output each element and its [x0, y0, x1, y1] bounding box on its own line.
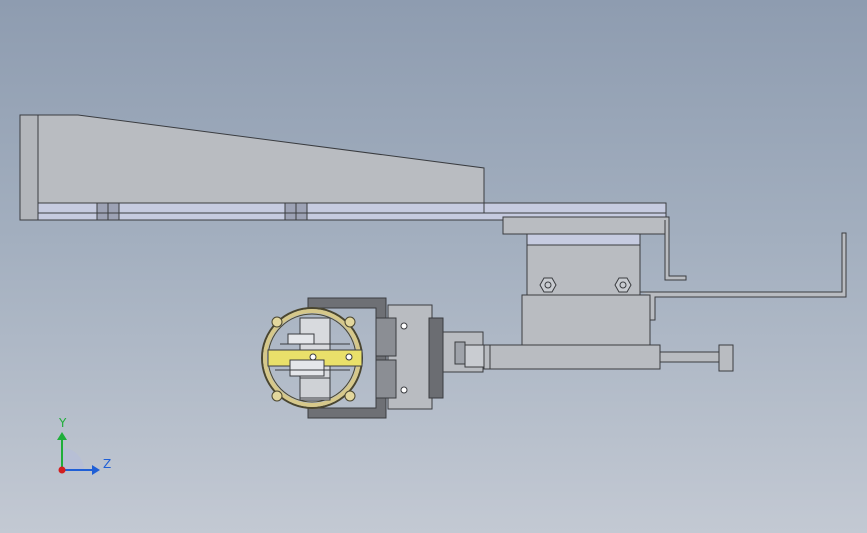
- ring-lug-1: [271, 316, 283, 328]
- connector-dark-strip: [428, 317, 444, 399]
- ring-lug-2: [344, 316, 356, 328]
- rod-end-cap: [718, 344, 734, 372]
- sensor-hook: [664, 220, 687, 281]
- z-axis-arrow: [92, 465, 100, 475]
- ring-lug-3: [271, 390, 283, 402]
- gripper-finger-bottom: [289, 359, 325, 377]
- bracket-top-strip: [526, 233, 641, 246]
- triad-base-arc: [62, 448, 84, 470]
- cylinder-barrel: [483, 344, 661, 370]
- gripper-pivot-2: [345, 353, 353, 361]
- hex-nut-left: [539, 277, 557, 293]
- ring-lug-4: [344, 390, 356, 402]
- gripper-finger-top: [287, 333, 315, 345]
- gripper-pivot-1: [309, 353, 317, 361]
- assembly-drawing: Y Z: [19, 114, 847, 475]
- arm-end-block: [19, 114, 39, 221]
- cad-viewport[interactable]: Y Z: [0, 0, 867, 533]
- z-axis-label: Z: [103, 457, 111, 471]
- piston-rod: [659, 351, 721, 363]
- cylinder-block: [521, 294, 651, 346]
- y-axis-arrow: [57, 432, 67, 440]
- mount-plate: [502, 216, 670, 235]
- hex-nut-right: [614, 277, 632, 293]
- y-axis-label: Y: [58, 416, 67, 430]
- x-axis-dot: [58, 466, 66, 474]
- axis-triad[interactable]: Y Z: [57, 416, 111, 475]
- sloped-arm: [37, 114, 485, 204]
